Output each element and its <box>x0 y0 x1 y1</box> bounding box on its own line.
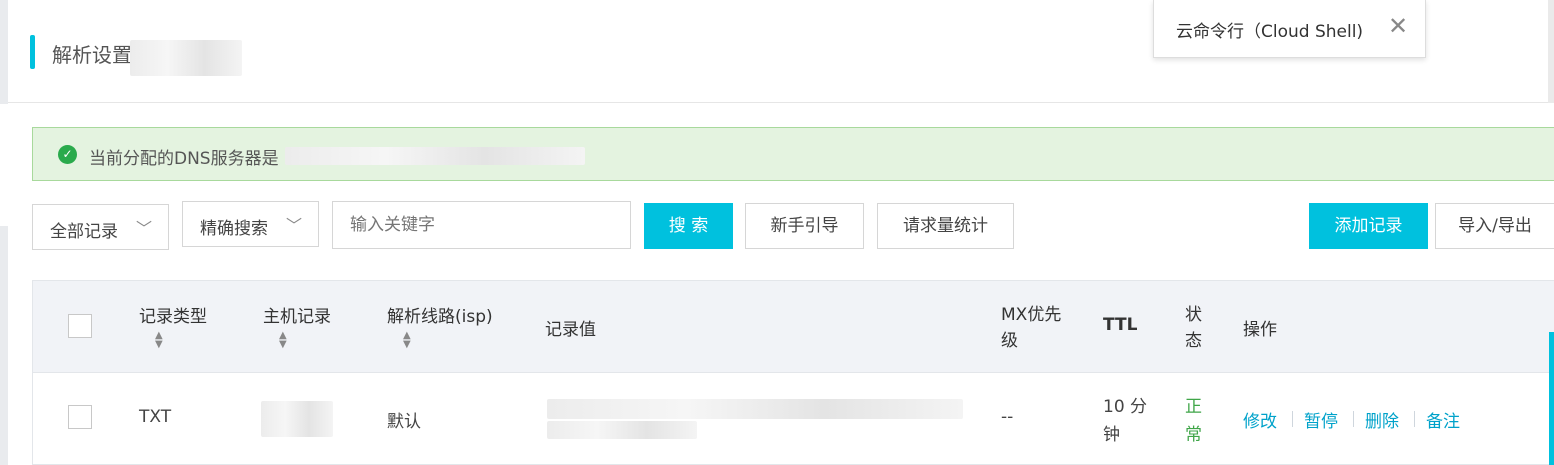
column-header-host: 主机记录 <box>263 307 331 327</box>
sort-icon[interactable]: ▲ ▼ <box>155 331 163 350</box>
record-filter-value: 全部记录 <box>50 222 118 242</box>
column-header-mx: MX优先级 <box>1001 305 1062 351</box>
record-line: 默认 <box>387 412 421 432</box>
add-record-button[interactable]: 添加记录 <box>1309 203 1428 249</box>
scrollbar-thumb[interactable] <box>1549 332 1554 465</box>
column-header-line: 解析线路(isp) <box>387 307 493 327</box>
status-badge: 正常 <box>1185 397 1202 445</box>
left-sidebar-edge-lower <box>0 226 8 465</box>
check-circle-icon: ✓ <box>58 145 77 164</box>
search-mode-select[interactable]: 精确搜索 ﹀ <box>182 201 319 247</box>
select-all-checkbox[interactable] <box>68 314 92 338</box>
cloud-shell-label: 云命令行（Cloud Shell) <box>1176 22 1364 42</box>
request-stats-button[interactable]: 请求量统计 <box>877 203 1014 249</box>
divider <box>1353 411 1354 427</box>
redacted-host <box>261 401 333 437</box>
cloud-shell-panel: 云命令行（Cloud Shell) ✕ <box>1153 0 1426 58</box>
search-button[interactable]: 搜 索 <box>644 203 733 249</box>
import-export-button[interactable]: 导入/导出 <box>1435 203 1554 249</box>
redacted-record-value <box>547 399 963 419</box>
title-accent-bar <box>30 35 35 69</box>
search-mode-value: 精确搜索 <box>200 219 268 239</box>
beginner-guide-button[interactable]: 新手引导 <box>745 203 864 249</box>
redacted-domain <box>130 40 242 76</box>
delete-link[interactable]: 删除 <box>1365 407 1399 432</box>
redacted-dns-servers <box>285 147 585 165</box>
pause-link[interactable]: 暂停 <box>1304 407 1338 432</box>
column-header-value: 记录值 <box>545 320 596 340</box>
close-icon[interactable]: ✕ <box>1388 12 1408 40</box>
sort-icon[interactable]: ▲ ▼ <box>279 331 287 350</box>
dns-server-alert: ✓ 当前分配的DNS服务器是 <box>32 127 1554 181</box>
column-header-status: 状态 <box>1185 305 1202 351</box>
row-checkbox[interactable] <box>68 405 92 429</box>
note-link[interactable]: 备注 <box>1426 407 1460 432</box>
record-type: TXT <box>139 407 172 427</box>
ttl-value: 10 分钟 <box>1103 397 1148 445</box>
table-header: 记录类型 ▲ ▼ 主机记录 ▲ ▼ 解析线路(isp) ▲ ▼ 记录值 MX优先级 T… <box>33 281 1554 373</box>
redacted-record-value-2 <box>547 421 697 439</box>
chevron-down-icon: ﹀ <box>286 216 303 235</box>
sort-icon[interactable]: ▲ ▼ <box>403 331 411 350</box>
page-title: 解析设置 <box>52 43 132 67</box>
left-sidebar-edge <box>0 0 8 104</box>
column-header-type: 记录类型 <box>139 307 207 327</box>
mx-priority: -- <box>1001 407 1014 427</box>
keyword-search-input[interactable] <box>332 201 631 249</box>
record-filter-select[interactable]: 全部记录 ﹀ <box>32 204 169 250</box>
edit-link[interactable]: 修改 <box>1243 407 1277 432</box>
chevron-down-icon: ﹀ <box>136 219 153 238</box>
scrollbar-track <box>1548 0 1554 103</box>
divider <box>1292 411 1293 427</box>
dns-records-table: 记录类型 ▲ ▼ 主机记录 ▲ ▼ 解析线路(isp) ▲ ▼ 记录值 MX优先级 T… <box>32 280 1554 465</box>
column-header-actions: 操作 <box>1243 320 1277 340</box>
dns-server-text: 当前分配的DNS服务器是 <box>89 149 279 169</box>
column-header-ttl: TTL <box>1103 315 1138 335</box>
divider <box>1414 411 1415 427</box>
